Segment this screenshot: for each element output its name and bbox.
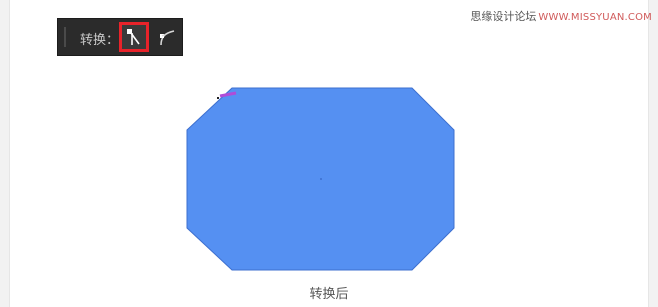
watermark-site-url: WWW.MISSYUAN.COM (538, 12, 652, 23)
corner-anchor-icon (127, 29, 140, 45)
smooth-anchor-icon (160, 30, 175, 46)
convert-to-corner-button[interactable] (119, 22, 149, 52)
left-edge (0, 0, 10, 307)
figure-caption: 转换后 (309, 287, 349, 302)
convert-to-smooth-button[interactable] (155, 25, 179, 49)
screenshot-frame: 思缘设计论坛 WWW.MISSYUAN.COM 转换： 转换后 (0, 0, 658, 307)
watermark-site-name: 思缘设计论坛 (470, 10, 537, 23)
watermark: 思缘设计论坛 WWW.MISSYUAN.COM (470, 8, 652, 24)
right-edge (648, 0, 658, 307)
toolbar-label: 转换： (80, 33, 120, 48)
toolbar-grip[interactable] (64, 27, 66, 47)
octagon-shape[interactable] (186, 87, 456, 272)
center-point (320, 178, 322, 180)
